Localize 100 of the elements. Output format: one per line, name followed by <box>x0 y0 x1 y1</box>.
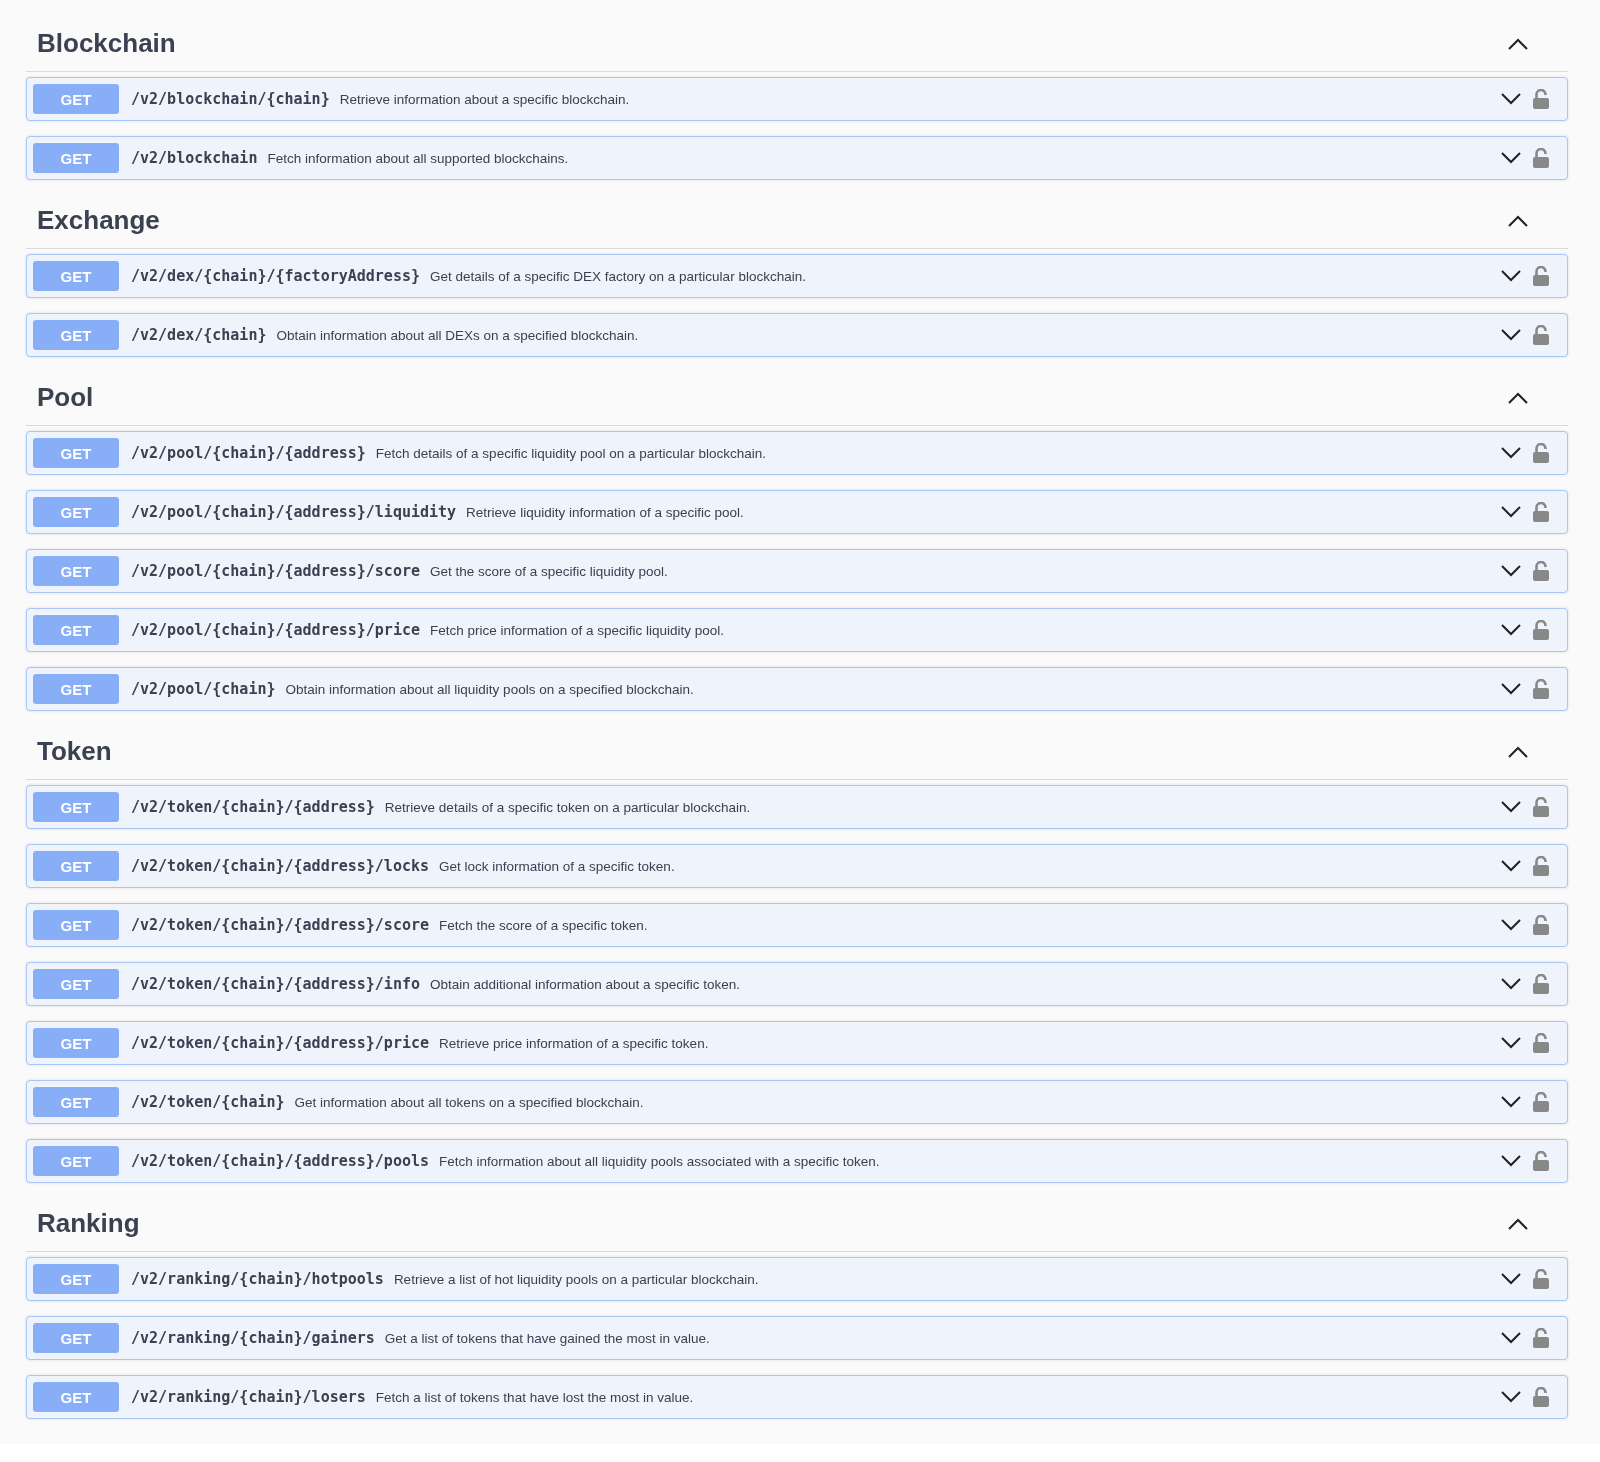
chevron-down-icon[interactable] <box>1501 1391 1521 1403</box>
endpoint-summary: Get information about all tokens on a specified blockchain. <box>294 1094 644 1110</box>
chevron-down-icon[interactable] <box>1501 801 1521 813</box>
endpoint-row[interactable]: GET /v2/ranking/{chain}/gainers Get a list of tokens that have gained the most in value. <box>26 1316 1568 1360</box>
chevron-down-icon[interactable] <box>1501 506 1521 518</box>
endpoint-summary: Obtain information about all DEXs on a specified blockchain. <box>276 327 639 343</box>
chevron-down-icon[interactable] <box>1501 1037 1521 1049</box>
method-badge: GET <box>33 556 119 586</box>
chevron-down-icon[interactable] <box>1501 1332 1521 1344</box>
chevron-down-icon[interactable] <box>1501 624 1521 636</box>
endpoint-row[interactable]: GET /v2/blockchain/{chain} Retrieve information about a specific blockchain. <box>26 77 1568 121</box>
endpoint-row[interactable]: GET /v2/token/{chain}/{address}/pools Fetch information about all liquidity pools associated with a specific token. <box>26 1139 1568 1183</box>
chevron-down-icon[interactable] <box>1501 919 1521 931</box>
method-badge: GET <box>33 143 119 173</box>
unlocked-padlock-icon[interactable] <box>1533 797 1549 817</box>
endpoint-row[interactable]: GET /v2/token/{chain} Get information about all tokens on a specified blockchain. <box>26 1080 1568 1124</box>
unlocked-padlock-icon[interactable] <box>1533 856 1549 876</box>
unlocked-padlock-icon[interactable] <box>1533 266 1549 286</box>
endpoint-row[interactable]: GET /v2/pool/{chain} Obtain information about all liquidity pools on a specified blockchain. <box>26 667 1568 711</box>
chevron-up-icon[interactable] <box>1508 1217 1528 1230</box>
method-badge: GET <box>33 1146 119 1176</box>
endpoint-row[interactable]: GET /v2/ranking/{chain}/losers Fetch a list of tokens that have lost the most in value. <box>26 1375 1568 1419</box>
method-badge: GET <box>33 497 119 527</box>
section-title[interactable]: Blockchain <box>37 28 176 59</box>
method-badge: GET <box>33 1382 119 1412</box>
endpoint-path: /v2/token/{chain}/{address}/info <box>131 975 420 993</box>
method-badge: GET <box>33 615 119 645</box>
endpoint-row[interactable]: GET /v2/token/{chain}/{address}/score Fetch the score of a specific token. <box>26 903 1568 947</box>
endpoint-row[interactable]: GET /v2/pool/{chain}/{address} Fetch details of a specific liquidity pool on a particular blockchain. <box>26 431 1568 475</box>
endpoint-path: /v2/dex/{chain}/{factoryAddress} <box>131 267 420 285</box>
method-badge: GET <box>33 1087 119 1117</box>
chevron-down-icon[interactable] <box>1501 1096 1521 1108</box>
method-badge: GET <box>33 674 119 704</box>
method-badge: GET <box>33 1028 119 1058</box>
section-title[interactable]: Token <box>37 736 112 767</box>
unlocked-padlock-icon[interactable] <box>1533 620 1549 640</box>
chevron-down-icon[interactable] <box>1501 860 1521 872</box>
section-title[interactable]: Ranking <box>37 1208 140 1239</box>
unlocked-padlock-icon[interactable] <box>1533 561 1549 581</box>
endpoint-summary: Fetch information about all liquidity pools associated with a specific token. <box>439 1153 880 1169</box>
unlocked-padlock-icon[interactable] <box>1533 1328 1549 1348</box>
chevron-up-icon[interactable] <box>1508 37 1528 50</box>
endpoint-summary: Obtain additional information about a specific token. <box>430 976 740 992</box>
endpoint-path: /v2/token/{chain}/{address}/price <box>131 1034 429 1052</box>
chevron-down-icon[interactable] <box>1501 447 1521 459</box>
chevron-up-icon[interactable] <box>1508 745 1528 758</box>
unlocked-padlock-icon[interactable] <box>1533 974 1549 994</box>
endpoint-row[interactable]: GET /v2/token/{chain}/{address} Retrieve details of a specific token on a particular blockchain. <box>26 785 1568 829</box>
method-badge: GET <box>33 320 119 350</box>
endpoint-summary: Get lock information of a specific token. <box>439 858 675 874</box>
endpoint-row[interactable]: GET /v2/token/{chain}/{address}/locks Get lock information of a specific token. <box>26 844 1568 888</box>
endpoint-row[interactable]: GET /v2/dex/{chain} Obtain information about all DEXs on a specified blockchain. <box>26 313 1568 357</box>
unlocked-padlock-icon[interactable] <box>1533 148 1549 168</box>
section-title[interactable]: Pool <box>37 382 94 413</box>
endpoint-path: /v2/ranking/{chain}/hotpools <box>131 1270 384 1288</box>
unlocked-padlock-icon[interactable] <box>1533 1387 1549 1407</box>
chevron-down-icon[interactable] <box>1501 93 1521 105</box>
endpoint-row[interactable]: GET /v2/pool/{chain}/{address}/price Fetch price information of a specific liquidity pool. <box>26 608 1568 652</box>
unlocked-padlock-icon[interactable] <box>1533 1269 1549 1289</box>
chevron-up-icon[interactable] <box>1508 214 1528 227</box>
section-title[interactable]: Exchange <box>37 205 160 236</box>
endpoint-row[interactable]: GET /v2/token/{chain}/{address}/price Retrieve price information of a specific token. <box>26 1021 1568 1065</box>
chevron-down-icon[interactable] <box>1501 329 1521 341</box>
chevron-down-icon[interactable] <box>1501 1155 1521 1167</box>
endpoint-summary: Retrieve details of a specific token on a particular blockchain. <box>384 799 751 815</box>
unlocked-padlock-icon[interactable] <box>1533 325 1549 345</box>
endpoint-path: /v2/ranking/{chain}/losers <box>131 1388 366 1406</box>
endpoint-path: /v2/ranking/{chain}/gainers <box>131 1329 375 1347</box>
endpoint-summary: Fetch the score of a specific token. <box>439 917 648 933</box>
unlocked-padlock-icon[interactable] <box>1533 443 1549 463</box>
chevron-down-icon[interactable] <box>1501 270 1521 282</box>
endpoint-row[interactable]: GET /v2/pool/{chain}/{address}/score Get the score of a specific liquidity pool. <box>26 549 1568 593</box>
unlocked-padlock-icon[interactable] <box>1533 1151 1549 1171</box>
chevron-up-icon[interactable] <box>1508 391 1528 404</box>
endpoint-row[interactable]: GET /v2/dex/{chain}/{factoryAddress} Get details of a specific DEX factory on a particular blockchain. <box>26 254 1568 298</box>
unlocked-padlock-icon[interactable] <box>1533 1033 1549 1053</box>
method-badge: GET <box>33 910 119 940</box>
unlocked-padlock-icon[interactable] <box>1533 502 1549 522</box>
unlocked-padlock-icon[interactable] <box>1533 1092 1549 1112</box>
endpoint-row[interactable]: GET /v2/blockchain Fetch information about all supported blockchains. <box>26 136 1568 180</box>
unlocked-padlock-icon[interactable] <box>1533 915 1549 935</box>
chevron-down-icon[interactable] <box>1501 683 1521 695</box>
chevron-down-icon[interactable] <box>1501 978 1521 990</box>
endpoint-path: /v2/token/{chain}/{address}/score <box>131 916 429 934</box>
endpoint-row[interactable]: GET /v2/pool/{chain}/{address}/liquidity Retrieve liquidity information of a specific pool. <box>26 490 1568 534</box>
unlocked-padlock-icon[interactable] <box>1533 679 1549 699</box>
endpoint-path: /v2/token/{chain} <box>131 1093 285 1111</box>
chevron-down-icon[interactable] <box>1501 152 1521 164</box>
method-badge: GET <box>33 84 119 114</box>
endpoint-path: /v2/pool/{chain} <box>131 680 276 698</box>
endpoint-path: /v2/pool/{chain}/{address}/score <box>131 562 420 580</box>
chevron-down-icon[interactable] <box>1501 1273 1521 1285</box>
endpoint-path: /v2/blockchain/{chain} <box>131 90 330 108</box>
endpoint-row[interactable]: GET /v2/token/{chain}/{address}/info Obtain additional information about a specific token. <box>26 962 1568 1006</box>
method-badge: GET <box>33 1264 119 1294</box>
unlocked-padlock-icon[interactable] <box>1533 89 1549 109</box>
endpoint-row[interactable]: GET /v2/ranking/{chain}/hotpools Retrieve a list of hot liquidity pools on a particular blockchain. <box>26 1257 1568 1301</box>
endpoint-summary: Get details of a specific DEX factory on a particular blockchain. <box>430 268 806 284</box>
chevron-down-icon[interactable] <box>1501 565 1521 577</box>
endpoint-path: /v2/pool/{chain}/{address} <box>131 444 366 462</box>
